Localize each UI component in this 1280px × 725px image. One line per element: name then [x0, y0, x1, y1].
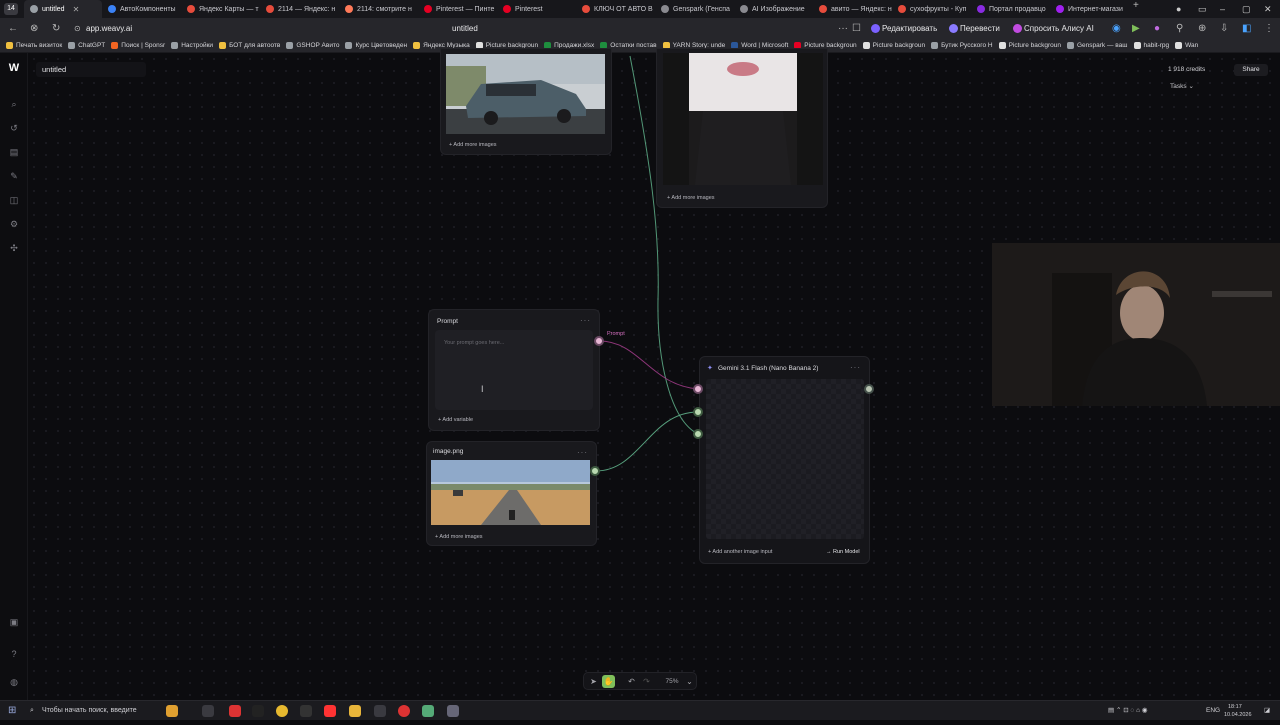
add-variable-link[interactable]: + Add variable	[438, 417, 473, 423]
prompt-node[interactable]: Prompt ··· Your prompt goes here... I + …	[428, 309, 600, 431]
redo-icon[interactable]: ↷	[640, 675, 653, 688]
start-icon[interactable]: ⊞	[8, 705, 20, 717]
node-menu-icon[interactable]: ···	[580, 316, 591, 325]
add-image-input-link[interactable]: + Add another image input	[708, 549, 772, 555]
widget-icon[interactable]	[166, 705, 178, 717]
tasks-menu[interactable]: Tasks ⌄	[1170, 82, 1194, 90]
webcam-image	[992, 243, 1280, 406]
canvas-toolbar: ➤ ✋ ↶ ↷ 75% ⌄	[583, 672, 697, 690]
add-more-images-link[interactable]: + Add more images	[435, 534, 483, 540]
node-menu-icon[interactable]: ···	[577, 448, 588, 457]
chevron-down-icon: ⌄	[1188, 83, 1194, 90]
car-image-node[interactable]: + Add more images	[440, 48, 612, 155]
gemini-prompt-input-port[interactable]	[693, 384, 703, 394]
project-title[interactable]: untitled	[36, 62, 146, 77]
yandex-browser-icon[interactable]	[324, 705, 336, 717]
gemini-output-port[interactable]	[864, 384, 874, 394]
gemini-model-node[interactable]: ✦ Gemini 3.1 Flash (Nano Banana 2) ··· +…	[699, 356, 870, 564]
image-node[interactable]: image.png ··· + Add more images	[426, 441, 597, 546]
undo-icon[interactable]: ↶	[625, 675, 638, 688]
text-cursor-icon: I	[481, 384, 484, 394]
app-icon-6[interactable]	[398, 705, 410, 717]
prompt-node-title: Prompt	[437, 318, 458, 325]
zoom-level[interactable]: 75%	[662, 675, 682, 688]
tray-icons[interactable]: ▤ ⌃ ⊡ ◌ ⌂ ◉	[1108, 701, 1148, 721]
chevron-down-icon[interactable]: ⌄	[683, 675, 696, 688]
app-icon-3[interactable]	[276, 705, 288, 717]
image-node-title: image.png	[433, 448, 464, 455]
pointer-tool-icon[interactable]: ➤	[587, 675, 600, 688]
webcam-overlay	[992, 243, 1280, 406]
run-model-button[interactable]: → Run Model	[826, 549, 860, 555]
task-view-icon[interactable]	[202, 705, 214, 717]
prompt-textarea[interactable]: Your prompt goes here... I	[435, 330, 593, 410]
image-output-port[interactable]	[590, 466, 600, 476]
portrait-image-node[interactable]: + Add more images	[656, 48, 828, 208]
node-menu-icon[interactable]: ···	[850, 363, 861, 372]
car-image	[446, 54, 605, 134]
gemini-image-input-port-1[interactable]	[693, 407, 703, 417]
os-taskbar: ⊞ ⌕ Чтобы начать поиск, введите ▤ ⌃ ⊡ ◌ …	[0, 700, 1280, 720]
hand-tool-icon[interactable]: ✋	[602, 675, 615, 688]
app-icon-5[interactable]	[374, 705, 386, 717]
output-preview-area	[706, 379, 864, 539]
clock-date[interactable]: 10.04.2026	[1224, 705, 1252, 725]
app-icon-2[interactable]	[252, 705, 264, 717]
prompt-port-label: Prompt	[607, 331, 625, 337]
gemini-node-title: Gemini 3.1 Flash (Nano Banana 2)	[718, 365, 819, 372]
search-icon: ⌕	[30, 707, 34, 714]
sparkle-icon: ✦	[707, 365, 713, 372]
file-explorer-icon[interactable]	[349, 705, 361, 717]
add-more-images-link[interactable]: + Add more images	[667, 195, 715, 201]
app-icon-8[interactable]	[447, 705, 459, 717]
app-icon-4[interactable]	[300, 705, 312, 717]
taskbar-search[interactable]: ⌕ Чтобы начать поиск, введите	[28, 704, 160, 718]
prompt-output-port[interactable]	[594, 336, 604, 346]
language-indicator[interactable]: ENG	[1206, 701, 1220, 721]
app-icon-1[interactable]	[229, 705, 241, 717]
credits-counter: 1 918 credits	[1168, 66, 1206, 73]
prompt-placeholder: Your prompt goes here...	[444, 340, 505, 346]
notifications-icon[interactable]: ◪	[1264, 701, 1270, 721]
gemini-image-input-port-2[interactable]	[693, 429, 703, 439]
share-button[interactable]: Share	[1234, 64, 1268, 76]
app-icon-7[interactable]	[422, 705, 434, 717]
road-image	[431, 460, 590, 525]
edge-prompt-to-gemini	[598, 340, 699, 390]
portrait-image	[663, 53, 823, 185]
add-more-images-link[interactable]: + Add more images	[449, 142, 497, 148]
